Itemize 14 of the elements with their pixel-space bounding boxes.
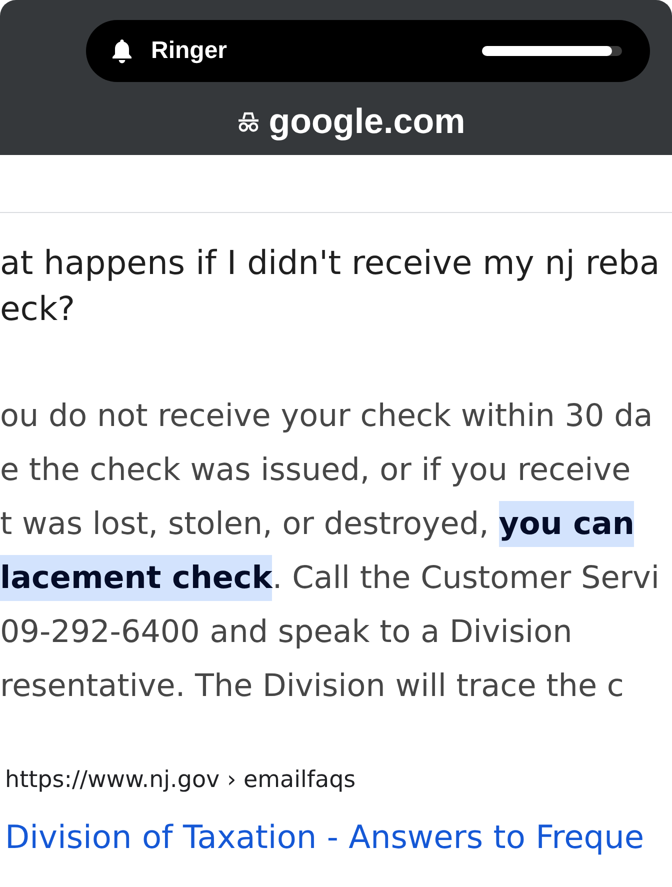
question-heading-line: at happens if I didn't receive my nj reba xyxy=(0,242,660,284)
answer-text-line: e the check was issued, or if you receive xyxy=(0,451,631,490)
bell-icon xyxy=(110,38,134,64)
answer-text-line: resentative. The Division will trace the c xyxy=(0,667,624,706)
answer-text-line: 09-292-6400 and speak to a Division xyxy=(0,613,572,652)
question-heading-line: eck? xyxy=(0,288,76,330)
ringer-label: Ringer xyxy=(151,37,228,65)
result-url: https://www.nj.gov › emailfaqs xyxy=(5,766,356,795)
answer-text-line: ou do not receive your check within 30 da xyxy=(0,397,653,436)
result-title-link[interactable]: Division of Taxation - Answers to Freque xyxy=(5,815,644,859)
address-bar-domain[interactable]: google.com xyxy=(268,102,466,142)
incognito-icon xyxy=(236,111,260,133)
answer-text-line: t was lost, stolen, or destroyed, you can xyxy=(0,497,634,551)
answer-text-line: lacement check. Call the Customer Servi xyxy=(0,551,660,605)
